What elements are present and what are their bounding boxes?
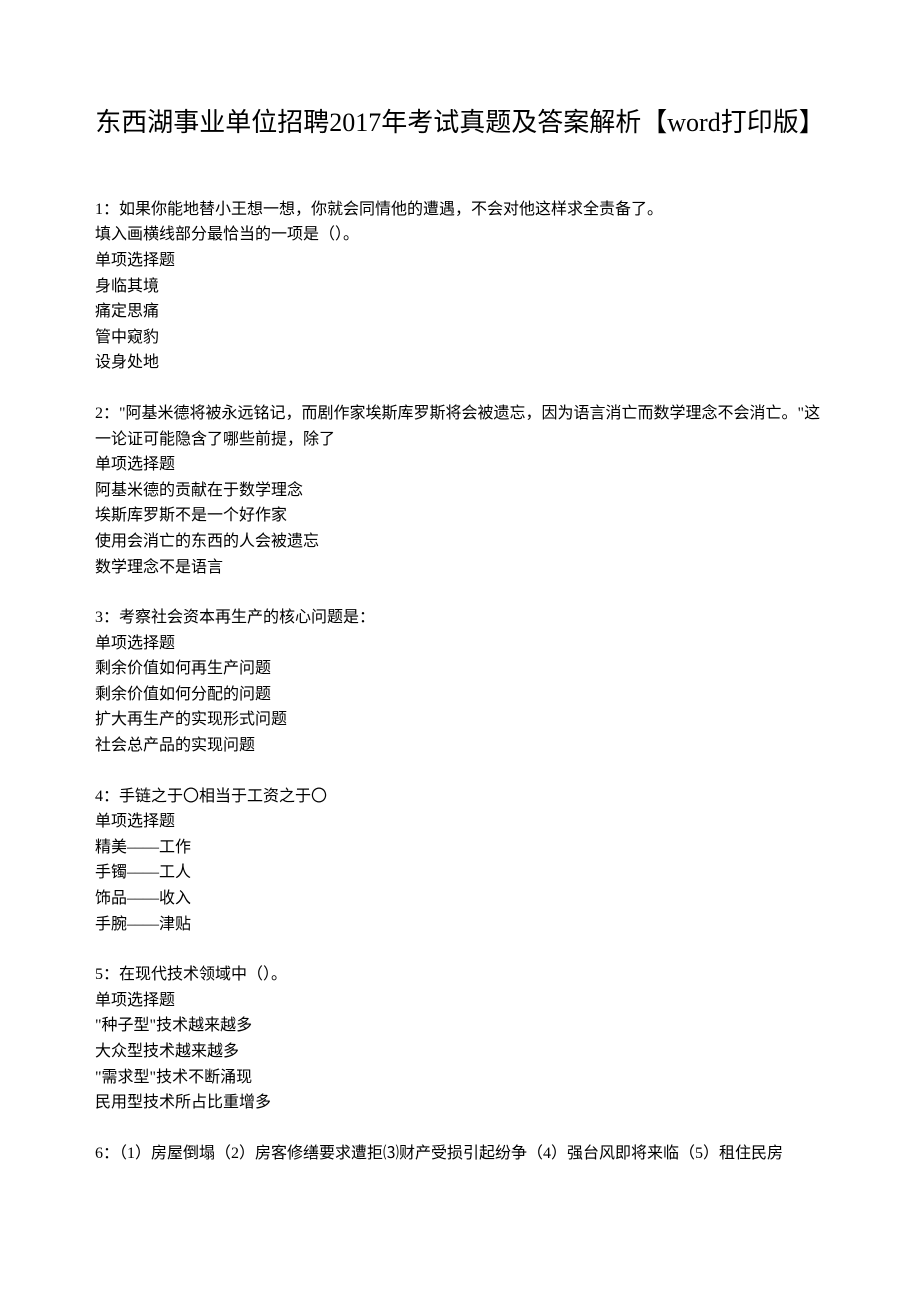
question-number: 2： [95, 405, 119, 422]
option: 剩余价值如何再生产问题 [95, 656, 825, 682]
stem-text: 考察社会资本再生产的核心问题是： [119, 609, 375, 626]
question-type: 单项选择题 [95, 452, 825, 478]
option: 社会总产品的实现问题 [95, 733, 825, 759]
question-1: 1：如果你能地替小王想一想，你就会同情他的遭遇，不会对他这样求全责备了。 填入画… [95, 197, 825, 376]
option: 精美––––工作 [95, 835, 825, 861]
stem-text: 填入画横线部分最恰当的一项是（）。 [95, 222, 825, 248]
option: 剩余价值如何分配的问题 [95, 682, 825, 708]
stem-text: 在现代技术领域中（）。 [119, 966, 287, 983]
question-5: 5：在现代技术领域中（）。 单项选择题 "种子型"技术越来越多 大众型技术越来越… [95, 962, 825, 1116]
option: 痛定思痛 [95, 299, 825, 325]
option: 阿基米德的贡献在于数学理念 [95, 478, 825, 504]
document-title: 东西湖事业单位招聘2017年考试真题及答案解析【word打印版】 [95, 100, 825, 147]
option: 扩大再生产的实现形式问题 [95, 707, 825, 733]
stem-text: 如果你能地替小王想一想，你就会同情他的遭遇，不会对他这样求全责备了。 [119, 201, 663, 218]
question-number: 1： [95, 201, 119, 218]
question-4: 4：手链之于〇相当于工资之于〇 单项选择题 精美––––工作 手镯––––工人 … [95, 784, 825, 938]
option: 使用会消亡的东西的人会被遗忘 [95, 529, 825, 555]
question-number: 4： [95, 788, 119, 805]
question-stem: 1：如果你能地替小王想一想，你就会同情他的遭遇，不会对他这样求全责备了。 [95, 197, 825, 223]
option: 饰品––––收入 [95, 886, 825, 912]
question-type: 单项选择题 [95, 988, 825, 1014]
question-3: 3：考察社会资本再生产的核心问题是： 单项选择题 剩余价值如何再生产问题 剩余价… [95, 605, 825, 759]
option: 数学理念不是语言 [95, 555, 825, 581]
option: "种子型"技术越来越多 [95, 1013, 825, 1039]
question-6: 6：（1）房屋倒塌（2）房客修缮要求遭拒⑶财产受损引起纷争（4）强台风即将来临（… [95, 1141, 825, 1167]
question-number: 3： [95, 609, 119, 626]
option: 手镯––––工人 [95, 860, 825, 886]
option: 身临其境 [95, 274, 825, 300]
option: 大众型技术越来越多 [95, 1039, 825, 1065]
question-type: 单项选择题 [95, 248, 825, 274]
question-stem: 5：在现代技术领域中（）。 [95, 962, 825, 988]
question-stem: 2："阿基米德将被永远铭记，而剧作家埃斯库罗斯将会被遗忘，因为语言消亡而数学理念… [95, 401, 825, 452]
option: 埃斯库罗斯不是一个好作家 [95, 503, 825, 529]
question-type: 单项选择题 [95, 631, 825, 657]
question-stem: 6：（1）房屋倒塌（2）房客修缮要求遭拒⑶财产受损引起纷争（4）强台风即将来临（… [95, 1141, 825, 1167]
stem-text: （1）房屋倒塌（2）房客修缮要求遭拒⑶财产受损引起纷争（4）强台风即将来临（5）… [119, 1145, 783, 1162]
stem-text: "阿基米德将被永远铭记，而剧作家埃斯库罗斯将会被遗忘，因为语言消亡而数学理念不会… [95, 405, 820, 448]
option: 手腕––––津贴 [95, 912, 825, 938]
option: 管中窥豹 [95, 325, 825, 351]
option: 民用型技术所占比重增多 [95, 1090, 825, 1116]
question-number: 6： [95, 1145, 119, 1162]
option: "需求型"技术不断涌现 [95, 1065, 825, 1091]
question-number: 5： [95, 966, 119, 983]
question-stem: 3：考察社会资本再生产的核心问题是： [95, 605, 825, 631]
stem-text: 手链之于〇相当于工资之于〇 [119, 788, 327, 805]
question-type: 单项选择题 [95, 809, 825, 835]
option: 设身处地 [95, 350, 825, 376]
question-2: 2："阿基米德将被永远铭记，而剧作家埃斯库罗斯将会被遗忘，因为语言消亡而数学理念… [95, 401, 825, 580]
question-stem: 4：手链之于〇相当于工资之于〇 [95, 784, 825, 810]
